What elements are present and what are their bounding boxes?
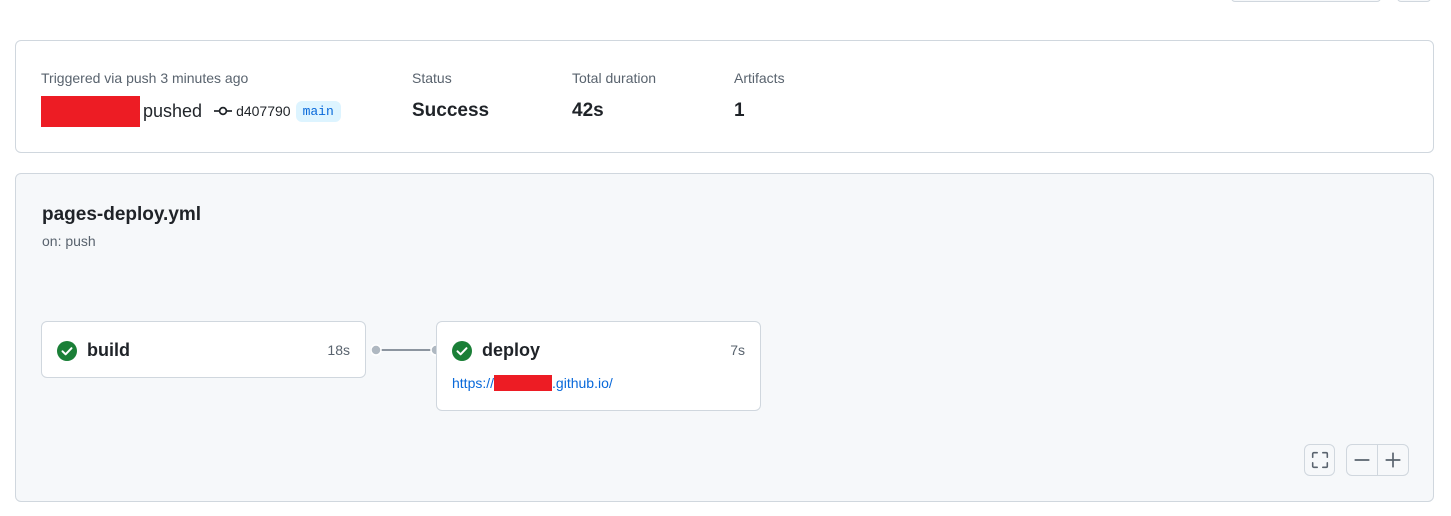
duration-label: Total duration [572,70,657,86]
zoom-out-button[interactable] [1346,444,1378,476]
actor-avatar-redacted[interactable] [41,95,140,127]
run-summary-card: Triggered via push 3 minutes ago pushed … [15,40,1434,153]
plus-icon [1385,452,1401,468]
dash-icon [1354,459,1370,461]
workflow-graph-panel: pages-deploy.yml on: push build 18s depl… [15,173,1434,502]
trigger-label: Triggered via push 3 minutes ago [41,70,249,86]
duration-value: 42s [572,100,604,121]
top-menu-button-stub[interactable] [1397,0,1431,2]
check-circle-fill-icon [57,340,77,361]
commit-sha-link[interactable]: d407790 [236,103,291,119]
workflow-file-name: pages-deploy.yml [42,204,202,225]
job-name: deploy [482,340,541,360]
status-value: Success [412,100,490,121]
url-redacted-segment [494,375,553,391]
trigger-section: Triggered via push 3 minutes ago pushed … [41,69,341,127]
workflow-trigger-event: on: push [42,233,96,249]
job-name: build [87,340,130,360]
job-card-deploy[interactable]: deploy 7s https:// .github.io/ [436,321,761,411]
trigger-details: pushed d407790 main [41,95,341,127]
job-header: deploy [452,340,540,361]
branch-badge[interactable]: main [295,100,341,122]
job-card-build[interactable]: build 18s [41,321,366,378]
screen-full-icon [1311,451,1328,469]
zoom-in-button[interactable] [1377,444,1409,476]
status-label: Status [412,70,452,86]
url-prefix: https:// [452,375,495,391]
artifacts-count-link[interactable]: 1 [734,99,785,123]
top-action-button-stub[interactable] [1231,0,1381,2]
fullscreen-button[interactable] [1304,444,1335,476]
duration-section: Total duration 42s [572,69,656,123]
actor-action-text: pushed [143,100,203,121]
job-header: build [57,340,130,361]
status-section: Status Success [412,69,489,123]
artifacts-section: Artifacts 1 [734,69,785,123]
job-duration: 7s [730,342,745,358]
job-dependency-connector [371,344,441,356]
deployment-url-link[interactable]: https:// .github.io/ [452,375,613,391]
artifacts-label: Artifacts [734,70,785,86]
job-duration: 18s [327,342,350,358]
url-suffix: .github.io/ [552,375,613,391]
check-circle-fill-icon [452,340,472,361]
git-commit-icon [214,106,233,116]
